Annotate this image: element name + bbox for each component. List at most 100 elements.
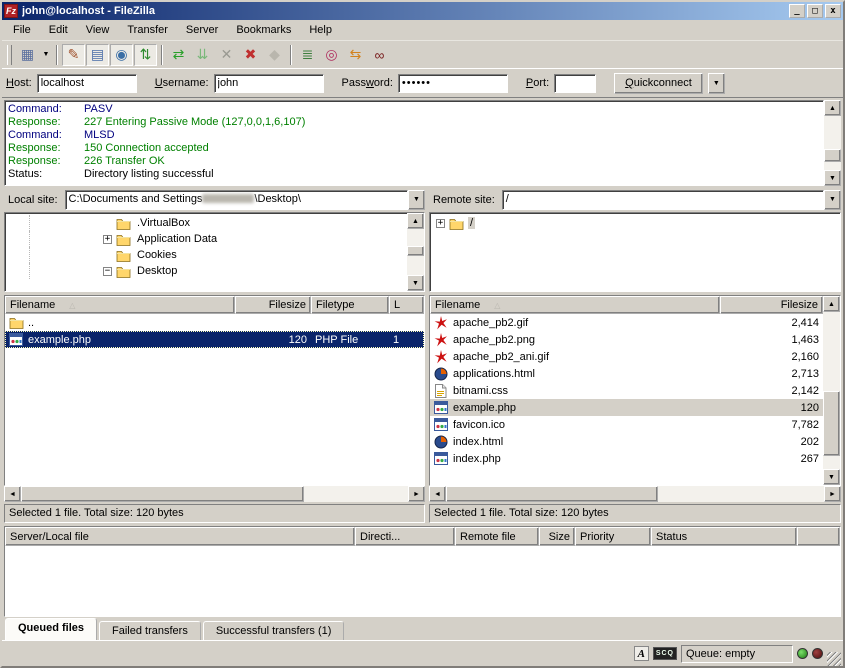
scroll-right-icon[interactable]: ► (824, 486, 841, 502)
column-header-filesize[interactable]: Filesize (235, 296, 311, 314)
scroll-right-icon[interactable]: ► (408, 486, 425, 502)
combo-dropdown-icon[interactable]: ▼ (824, 190, 841, 210)
synchronized-browsing-icon[interactable]: ⇆ (344, 44, 367, 66)
resize-grip[interactable] (827, 652, 841, 666)
scroll-left-icon[interactable]: ◄ (4, 486, 21, 502)
file-row[interactable]: example.php120 (430, 399, 823, 416)
compare-directories-icon[interactable]: ◎ (320, 44, 343, 66)
remote-list-vscroll[interactable]: ▲ ▼ (823, 296, 840, 485)
column-header-filesize[interactable]: Filesize (720, 296, 823, 314)
queue-column-header-remote-file[interactable]: Remote file (455, 527, 539, 546)
menu-bookmarks[interactable]: Bookmarks (227, 22, 300, 38)
file-row[interactable]: apache_pb2.png1,463 (430, 331, 823, 348)
tree-item[interactable]: +/ (430, 215, 840, 231)
site-manager-icon[interactable]: ▦ (16, 44, 39, 66)
file-row[interactable]: applications.html2,713 (430, 365, 823, 382)
scroll-thumb[interactable] (823, 391, 840, 457)
file-row[interactable]: example.php120PHP File1 (5, 331, 424, 348)
tab-successful-transfers-1[interactable]: Successful transfers (1) (203, 621, 345, 640)
column-header-filetype[interactable]: Filetype (311, 296, 389, 314)
process-queue-icon[interactable]: ⇊ (191, 44, 214, 66)
scroll-left-icon[interactable]: ◄ (429, 486, 446, 502)
menu-file[interactable]: File (4, 22, 40, 38)
menu-server[interactable]: Server (177, 22, 227, 38)
filter-icon[interactable]: ≣ (296, 44, 319, 66)
combo-dropdown-icon[interactable]: ▼ (408, 190, 425, 210)
toggle-local-tree-icon[interactable]: ▤ (86, 44, 109, 66)
file-row[interactable]: apache_pb2_ani.gif2,160 (430, 348, 823, 365)
menu-view[interactable]: View (77, 22, 119, 38)
column-header-l[interactable]: L (389, 296, 424, 314)
folder-file-icon (9, 316, 25, 330)
queue-column-header-directi-[interactable]: Directi... (355, 527, 455, 546)
menu-help[interactable]: Help (300, 22, 341, 38)
close-button[interactable]: x (825, 4, 841, 18)
tree-item[interactable]: Cookies (5, 247, 407, 263)
abort-icon[interactable]: ◆ (263, 44, 286, 66)
window-title: john@localhost - FileZilla (22, 5, 789, 17)
remote-site-combobox[interactable]: / ▼ (502, 190, 841, 210)
queue-column-header-status[interactable]: Status (651, 527, 797, 546)
collapse-icon[interactable]: − (103, 267, 112, 276)
scroll-thumb[interactable] (21, 486, 304, 502)
site-manager-dropdown-icon[interactable]: ▼ (40, 44, 52, 66)
queue-column-header-size[interactable]: Size (539, 527, 575, 546)
scroll-thumb[interactable] (824, 149, 841, 162)
scroll-thumb[interactable] (407, 246, 424, 256)
titlebar[interactable]: Fz john@localhost - FileZilla _ □ x (2, 2, 843, 20)
queue-column-header-priority[interactable]: Priority (575, 527, 651, 546)
scroll-down-icon[interactable]: ▼ (824, 170, 841, 186)
scroll-up-icon[interactable]: ▲ (824, 100, 841, 116)
tree-item[interactable]: + Application Data (5, 231, 407, 247)
local-list-hscroll[interactable]: ◄ ► (4, 486, 425, 502)
file-row[interactable]: apache_pb2.gif2,414 (430, 314, 823, 331)
queue-column-header-server-local-file[interactable]: Server/Local file (5, 527, 355, 546)
local-tree-vscroll[interactable]: ▲ ▼ (407, 213, 424, 291)
password-input[interactable] (398, 74, 508, 93)
cancel-operation-icon[interactable]: ✕ (215, 44, 238, 66)
menu-edit[interactable]: Edit (40, 22, 77, 38)
file-row[interactable]: favicon.ico7,782 (430, 416, 823, 433)
scroll-down-icon[interactable]: ▼ (407, 275, 424, 291)
username-input[interactable] (214, 74, 324, 93)
column-header-filename[interactable]: Filename△ (430, 296, 720, 314)
tab-failed-transfers[interactable]: Failed transfers (99, 621, 201, 640)
toggle-message-log-icon[interactable]: ✎ (62, 44, 85, 66)
scroll-down-icon[interactable]: ▼ (823, 469, 840, 485)
file-row[interactable]: bitnami.css2,142 (430, 382, 823, 399)
toolbar-grip[interactable] (7, 45, 12, 65)
file-row[interactable]: .. (5, 314, 424, 331)
local-site-path[interactable]: C:\Documents and Settings\Desktop\ (65, 190, 408, 210)
tab-queued-files[interactable]: Queued files (5, 618, 97, 640)
remote-site-path[interactable]: / (502, 190, 824, 210)
local-site-combobox[interactable]: C:\Documents and Settings\Desktop\ ▼ (65, 190, 425, 210)
expand-icon[interactable]: + (103, 235, 112, 244)
host-input[interactable] (37, 74, 137, 93)
scroll-thumb[interactable] (446, 486, 658, 502)
expand-icon[interactable]: + (436, 219, 445, 228)
quickconnect-button[interactable]: Quickconnect (614, 73, 703, 94)
message-log-vscroll[interactable]: ▲ ▼ (824, 100, 841, 186)
find-files-icon[interactable]: ∞ (368, 44, 391, 66)
file-row[interactable]: index.html202 (430, 433, 823, 450)
tree-item-label: Application Data (135, 233, 219, 245)
tree-item[interactable]: −Desktop (5, 263, 407, 279)
tree-item[interactable]: .VirtualBox (5, 215, 407, 231)
disconnect-icon[interactable]: ✖ (239, 44, 262, 66)
column-header-filename[interactable]: Filename△ (5, 296, 235, 314)
queue-column-header-[interactable] (797, 527, 840, 546)
quickconnect-bar: Host: Username: Password: Port: Quickcon… (2, 68, 843, 98)
toggle-remote-tree-icon[interactable]: ◉ (110, 44, 133, 66)
minimize-button[interactable]: _ (789, 4, 805, 18)
scroll-up-icon[interactable]: ▲ (823, 296, 840, 312)
menu-transfer[interactable]: Transfer (118, 22, 177, 38)
file-row[interactable]: index.php267 (430, 450, 823, 467)
maximize-button[interactable]: □ (807, 4, 823, 18)
toggle-queue-icon[interactable]: ⇅ (134, 44, 157, 66)
remote-list-hscroll[interactable]: ◄ ► (429, 486, 841, 502)
refresh-icon[interactable]: ⇄ (167, 44, 190, 66)
toolbar: ▦▼ ✎▤◉⇅ ⇄⇊✕✖◆ ≣◎⇆∞ (2, 41, 843, 68)
quickconnect-dropdown[interactable]: ▼ (708, 73, 725, 94)
scroll-up-icon[interactable]: ▲ (407, 213, 424, 229)
port-input[interactable] (554, 74, 596, 93)
